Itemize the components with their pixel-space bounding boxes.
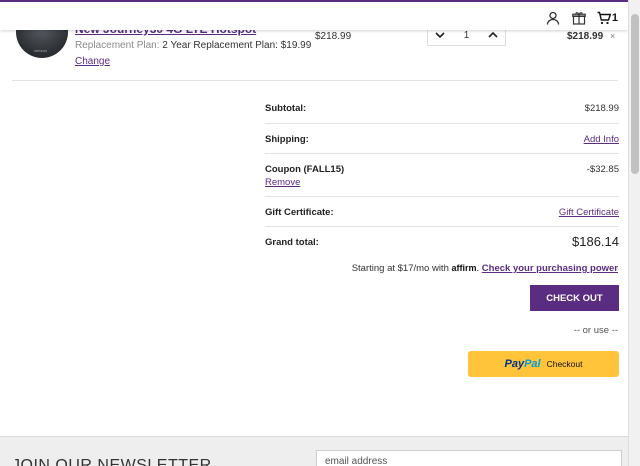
affirm-purchasing-power-link[interactable]: Check your purchasing power [482, 263, 618, 274]
newsletter-footer: JOIN OUR NEWSLETTER email address [0, 436, 628, 466]
page-scrollbar[interactable] [628, 0, 640, 466]
replacement-plan-value: 2 Year Replacement Plan: $19.99 [162, 40, 312, 51]
change-plan-link[interactable]: Change [75, 56, 110, 67]
header-icons: 1 [545, 10, 618, 26]
paypal-checkout-label: Checkout [546, 359, 583, 369]
or-use-text: -- or use -- [573, 325, 618, 336]
cart-divider [12, 80, 618, 81]
gift-certificate-link[interactable]: Gift Certificate [559, 207, 619, 218]
grand-total-row: Grand total: $186.14 [265, 227, 619, 259]
replacement-plan-label: Replacement Plan: [75, 40, 160, 51]
coupon-row: Coupon (FALL15) Remove -$32.85 [265, 154, 619, 197]
affirm-text: Starting at $17/mo with [351, 263, 449, 274]
paypal-logo: PayPal [504, 358, 541, 370]
shipping-row: Shipping: Add Info [265, 124, 619, 154]
quantity-value[interactable]: 1 [452, 30, 481, 41]
product-logo-mark: verizon [34, 48, 47, 53]
coupon-value: -$32.85 [586, 164, 619, 175]
subtotal-row: Subtotal: $218.99 [265, 93, 619, 124]
paypal-checkout-button[interactable]: PayPal Checkout [468, 351, 619, 377]
newsletter-heading: JOIN OUR NEWSLETTER [12, 457, 212, 466]
cart-totals: Subtotal: $218.99 Shipping: Add Info Cou… [265, 93, 619, 259]
newsletter-email-input[interactable]: email address [316, 450, 622, 466]
shipping-label: Shipping: [265, 134, 309, 145]
item-price: $218.99 [315, 31, 352, 42]
scrollbar-thumb[interactable] [631, 14, 639, 174]
gift-certificate-label: Gift Certificate: [265, 207, 334, 218]
user-icon[interactable] [545, 10, 561, 26]
cart-count-badge: 1 [611, 12, 618, 24]
chevron-up-icon [488, 31, 498, 38]
grand-total-label: Grand total: [265, 237, 319, 248]
gift-certificate-row: Gift Certificate: Gift Certificate [265, 197, 619, 227]
remove-item-icon[interactable]: × [610, 31, 615, 41]
affirm-promo: Starting at $17/mo with affirm. Check yo… [351, 263, 618, 274]
coupon-label: Coupon (FALL15) [265, 164, 345, 175]
chevron-down-icon [435, 32, 445, 39]
item-total: $218.99 [567, 31, 604, 42]
add-shipping-info-link[interactable]: Add Info [584, 134, 619, 145]
checkout-button[interactable]: CHECK OUT [530, 285, 619, 311]
gift-icon[interactable] [571, 10, 587, 26]
cart-icon[interactable]: 1 [597, 10, 618, 26]
subtotal-value: $218.99 [584, 103, 619, 114]
replacement-plan: Replacement Plan: 2 Year Replacement Pla… [75, 40, 311, 51]
remove-coupon-link[interactable]: Remove [265, 177, 300, 188]
subtotal-label: Subtotal: [265, 103, 307, 114]
top-header: 1 [0, 0, 628, 30]
grand-total-value: $186.14 [572, 234, 619, 249]
affirm-logo: affirm [451, 263, 477, 273]
